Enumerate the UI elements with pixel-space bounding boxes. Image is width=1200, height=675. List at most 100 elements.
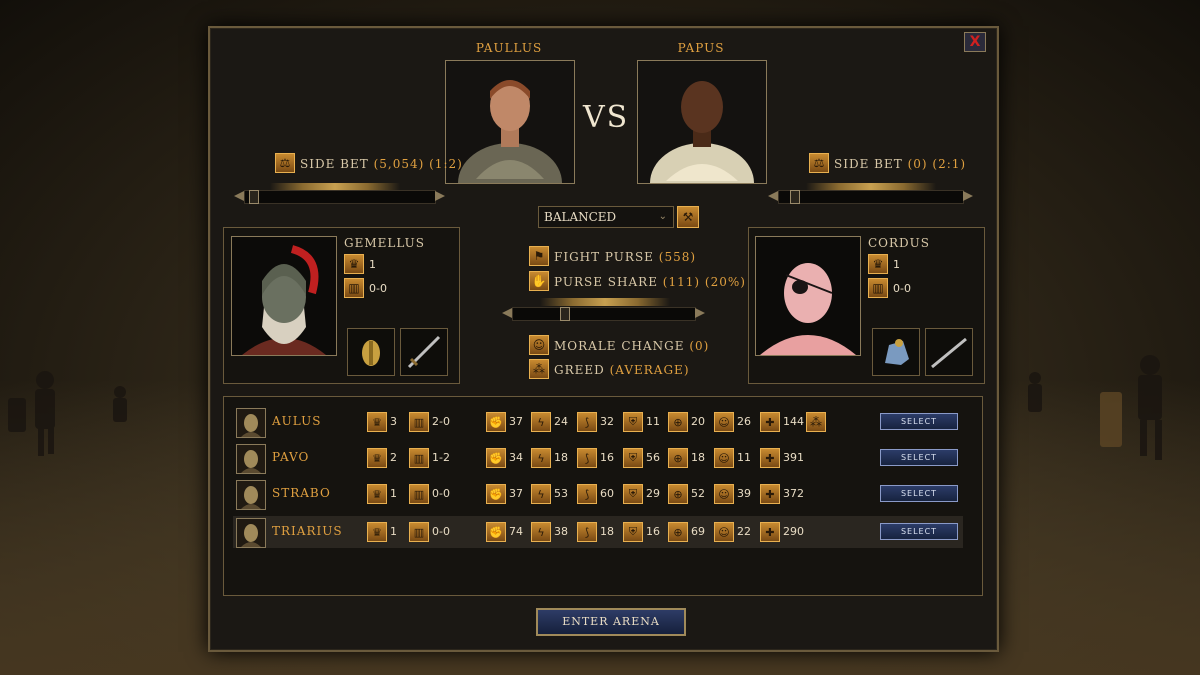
stat-mor: ☺ 26 xyxy=(714,412,751,432)
stat-record: ▥ 2-0 xyxy=(409,412,450,432)
wins-icon: ♛ xyxy=(344,254,364,274)
left-fighter-record: 0-0 xyxy=(369,282,387,295)
wins-icon: ♛ xyxy=(367,484,387,504)
helmet-icon[interactable] xyxy=(347,328,395,376)
morale-change: MORALE CHANGE (0) xyxy=(554,339,710,353)
record-icon: ▥ xyxy=(344,278,364,298)
left-side-bet: SIDE BET (5,054) (1:2) xyxy=(300,157,463,171)
greed-icon: ⁂ xyxy=(529,359,549,379)
morale-icon: ☺ xyxy=(714,522,734,542)
right-side-bet-slider[interactable] xyxy=(778,190,964,204)
stat-value: 39 xyxy=(737,487,751,500)
slider-handle[interactable] xyxy=(560,307,570,321)
stat-value: 60 xyxy=(600,487,614,500)
select-button[interactable]: SELECT xyxy=(880,523,958,540)
right-owner-name: PAPUS xyxy=(677,41,725,55)
right-fighter-wins: 1 xyxy=(893,258,900,271)
stat-wins: ♛ 2 xyxy=(367,448,397,468)
stat-value: 24 xyxy=(554,415,568,428)
stance-selected: BALANCED xyxy=(544,210,617,224)
record-icon: ▥ xyxy=(868,278,888,298)
close-button[interactable]: X xyxy=(964,32,986,52)
armor-icon[interactable] xyxy=(872,328,920,376)
left-fighter-portrait[interactable] xyxy=(231,236,337,356)
stat-agi: ϟ 24 xyxy=(531,412,568,432)
confirm-stance-button[interactable]: ⚒ xyxy=(677,206,699,228)
select-button[interactable]: SELECT xyxy=(880,449,958,466)
stat-str: ✊ 34 xyxy=(486,448,523,468)
record-icon: ▥ xyxy=(409,522,429,542)
right-owner-portrait xyxy=(637,60,767,184)
roster-row[interactable]: AULUS ♛ 3 ▥ 2-0 ✊ 37 ϟ 24 ⟆ 32 ⛨ 11 ⊕ 20 ☺ 26 ✚ 144 ⁂ SELECT xyxy=(233,406,963,438)
speed-icon: ⟆ xyxy=(577,484,597,504)
stat-value: 391 xyxy=(783,451,804,464)
stat-value: 52 xyxy=(691,487,705,500)
side-bet-icon: ⚖ xyxy=(809,153,829,173)
stat-value: 2-0 xyxy=(432,415,450,428)
stat-mor: ☺ 11 xyxy=(714,448,751,468)
stat-value: 2 xyxy=(390,451,397,464)
roster-row[interactable]: STRABO ♛ 1 ▥ 0-0 ✊ 37 ϟ 53 ⟆ 60 ⛨ 29 ⊕ 52 ☺ 39 ✚ 372 SELECT xyxy=(233,478,963,510)
stat-value: 3 xyxy=(390,415,397,428)
roster-row[interactable]: PAVO ♛ 2 ▥ 1-2 ✊ 34 ϟ 18 ⟆ 16 ⛨ 56 ⊕ 18 ☺ 11 ✚ 391 SELECT xyxy=(233,442,963,474)
sword-icon[interactable] xyxy=(400,328,448,376)
stat-value: 38 xyxy=(554,525,568,538)
stance-dropdown[interactable]: BALANCED ⌄ xyxy=(538,206,674,228)
stat-acc: ⊕ 52 xyxy=(668,484,705,504)
agility-icon: ϟ xyxy=(531,522,551,542)
left-fighter-name: GEMELLUS xyxy=(344,236,426,250)
stat-value: 37 xyxy=(509,487,523,500)
stat-value: 37 xyxy=(509,415,523,428)
stat-hp: ✚ 290 xyxy=(760,522,804,542)
enter-arena-button[interactable]: ENTER ARENA xyxy=(536,608,686,636)
stat-value: 69 xyxy=(691,525,705,538)
right-fighter-portrait[interactable] xyxy=(755,236,861,356)
select-button[interactable]: SELECT xyxy=(880,413,958,430)
constitution-icon: ⛨ xyxy=(623,522,643,542)
morale-icon: ☺ xyxy=(714,484,734,504)
stat-mor: ☺ 22 xyxy=(714,522,751,542)
stat-value: 0-0 xyxy=(432,487,450,500)
gladiator-name: AULUS xyxy=(272,414,322,428)
wins-icon: ♛ xyxy=(868,254,888,274)
stat-str: ✊ 74 xyxy=(486,522,523,542)
roster-row[interactable]: TRIARIUS ♛ 1 ▥ 0-0 ✊ 74 ϟ 38 ⟆ 18 ⛨ 16 ⊕ 69 ☺ 22 ✚ 290 SELE… xyxy=(233,516,963,548)
wins-icon: ♛ xyxy=(367,522,387,542)
health-icon: ✚ xyxy=(760,412,780,432)
left-fighter-wins: 1 xyxy=(369,258,376,271)
stat-spd: ⟆ 32 xyxy=(577,412,614,432)
left-side-bet-slider[interactable] xyxy=(244,190,436,204)
stat-value: 20 xyxy=(691,415,705,428)
morale-icon: ☺ xyxy=(529,335,549,355)
gladiator-thumbnail xyxy=(236,480,266,510)
gladiator-name: PAVO xyxy=(272,450,310,464)
morale-icon: ☺ xyxy=(714,448,734,468)
stat-value: 16 xyxy=(646,525,660,538)
strength-icon: ✊ xyxy=(486,412,506,432)
slider-handle[interactable] xyxy=(249,190,259,204)
health-icon: ✚ xyxy=(760,448,780,468)
stat-value: 22 xyxy=(737,525,751,538)
stat-mor: ☺ 39 xyxy=(714,484,751,504)
speed-icon: ⟆ xyxy=(577,412,597,432)
stat-hp: ✚ 391 xyxy=(760,448,804,468)
wins-icon: ♛ xyxy=(367,448,387,468)
stat-acc: ⊕ 69 xyxy=(668,522,705,542)
sword-icon[interactable] xyxy=(925,328,973,376)
constitution-icon: ⛨ xyxy=(623,448,643,468)
stat-con: ⛨ 29 xyxy=(623,484,660,504)
fight-purse: FIGHT PURSE (558) xyxy=(554,250,697,264)
trait-icon: ⁂ xyxy=(806,412,826,432)
left-owner-portrait xyxy=(445,60,575,184)
select-button[interactable]: SELECT xyxy=(880,485,958,502)
purse-share-slider[interactable] xyxy=(512,307,696,321)
gladiator-thumbnail xyxy=(236,408,266,438)
stat-agi: ϟ 38 xyxy=(531,522,568,542)
wins-icon: ♛ xyxy=(367,412,387,432)
right-fighter-name: CORDUS xyxy=(868,236,931,250)
slider-handle[interactable] xyxy=(790,190,800,204)
stat-acc: ⊕ 20 xyxy=(668,412,705,432)
record-icon: ▥ xyxy=(409,484,429,504)
stat-con: ⛨ 16 xyxy=(623,522,660,542)
strength-icon: ✊ xyxy=(486,484,506,504)
